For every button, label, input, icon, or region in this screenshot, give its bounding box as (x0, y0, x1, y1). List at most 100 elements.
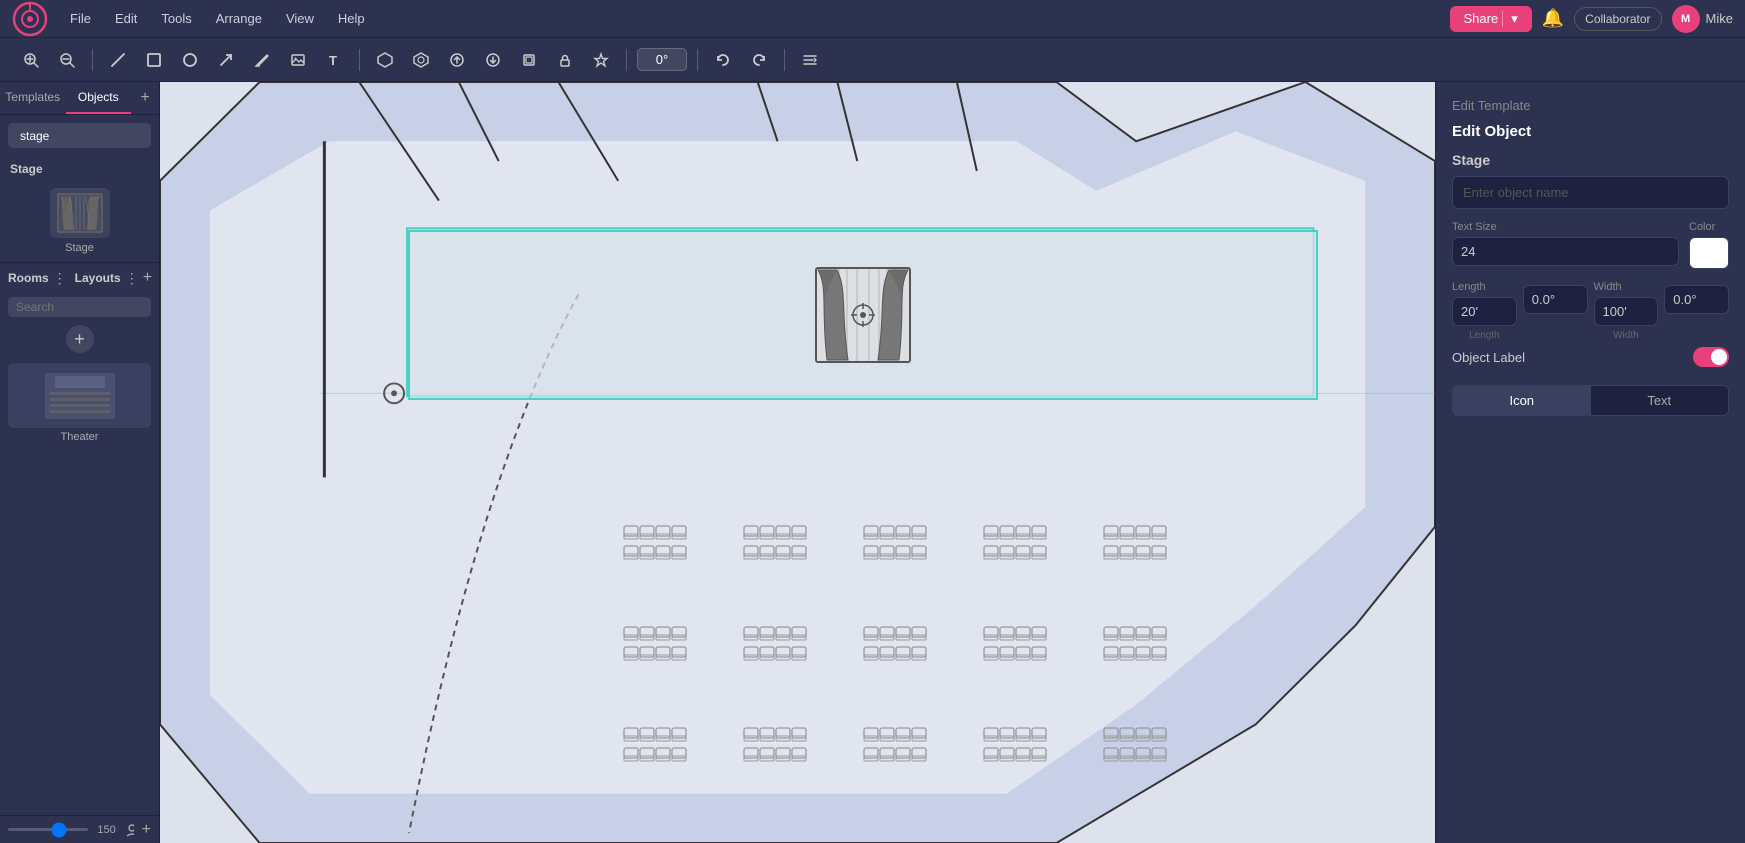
text-size-label: Text Size (1452, 221, 1679, 233)
stage-object-icon (50, 188, 110, 238)
stage-box[interactable] (408, 230, 1318, 400)
room-thumbnail[interactable]: Theater (8, 363, 151, 443)
layouts-options-button[interactable]: ⋮ (125, 270, 139, 287)
toggle-knob (1711, 349, 1727, 365)
user-info: M Mike (1672, 5, 1733, 33)
avatar: M (1672, 5, 1700, 33)
tab-templates[interactable]: Templates (0, 82, 66, 114)
frame-tool[interactable] (514, 45, 544, 75)
length-input[interactable]: 20' (1452, 297, 1517, 326)
menu-view[interactable]: View (276, 7, 324, 30)
seat-group-3-3 (860, 724, 930, 779)
pencil-tool[interactable] (247, 45, 277, 75)
seat-group-2-5 (1100, 623, 1170, 678)
tab-icon[interactable]: Icon (1453, 386, 1591, 415)
divider-5 (784, 49, 785, 71)
zoom-slider[interactable] (8, 828, 88, 831)
stage-section-label: Stage (0, 156, 159, 180)
canvas-area[interactable] (160, 82, 1435, 843)
circle-tool[interactable] (175, 45, 205, 75)
color-group: Color (1689, 221, 1729, 269)
lock-tool[interactable] (550, 45, 580, 75)
share-caret[interactable]: ▾ (1502, 11, 1518, 27)
tab-objects[interactable]: Objects (66, 82, 132, 114)
width2-input[interactable]: 0.0° (1664, 285, 1729, 314)
upload-tool-1[interactable] (442, 45, 472, 75)
seat-row-2 (620, 623, 1170, 678)
object-name-input[interactable] (1452, 176, 1729, 209)
seat-group-1-3 (860, 522, 930, 577)
svg-text:T: T (329, 53, 337, 68)
image-tool[interactable] (283, 45, 313, 75)
search-input[interactable] (20, 129, 175, 143)
layouts-add-button[interactable]: + (143, 269, 152, 287)
menu-file[interactable]: File (60, 7, 101, 30)
text-size-input[interactable]: 24 (1452, 237, 1679, 266)
zoom-out-button[interactable] (52, 45, 82, 75)
zoom-in-button[interactable] (16, 45, 46, 75)
seat-group-1-5 (1100, 522, 1170, 577)
icon-text-tabs: Icon Text (1452, 385, 1729, 416)
tab-add-button[interactable]: + (131, 82, 159, 114)
menu-edit[interactable]: Edit (105, 7, 147, 30)
length-group: Length 20' (1452, 281, 1517, 326)
seat-group-3-5 (1100, 724, 1170, 779)
seat-group-2-1 (620, 623, 690, 678)
width-label: Width (1594, 281, 1659, 293)
right-panel: Edit Template Edit Object Stage Text Siz… (1435, 82, 1745, 843)
angle-input[interactable]: 0° (637, 48, 687, 71)
seat-group-2-4 (980, 623, 1050, 678)
tab-text[interactable]: Text (1591, 386, 1729, 415)
menu-tools[interactable]: Tools (151, 7, 201, 30)
seat-group-1-1 (620, 522, 690, 577)
width-input[interactable]: 100' (1594, 297, 1659, 326)
align-button[interactable] (795, 45, 825, 75)
seat-group-3-4 (980, 724, 1050, 779)
menu-arrange[interactable]: Arrange (206, 7, 272, 30)
bottom-bar: 150 + (0, 815, 159, 843)
room-thumb-name: Theater (8, 431, 151, 443)
collaborator-button[interactable]: Collaborator (1574, 7, 1661, 31)
left-panel: Templates Objects + ✕ Stage (0, 82, 160, 843)
seating-area (620, 522, 1170, 779)
x-group: 0.0° (1523, 281, 1588, 326)
notification-bell[interactable]: 🔔 (1542, 8, 1564, 29)
undo-button[interactable] (708, 45, 738, 75)
shape-tool-2[interactable] (406, 45, 436, 75)
divider-2 (359, 49, 360, 71)
line-tool[interactable] (103, 45, 133, 75)
zoom-value: 150 (96, 824, 117, 836)
share-button[interactable]: Share ▾ (1450, 6, 1532, 32)
star-tool[interactable] (586, 45, 616, 75)
upload-tool-2[interactable] (478, 45, 508, 75)
main-layout: Templates Objects + ✕ Stage (0, 82, 1745, 843)
user-icon[interactable] (125, 823, 133, 837)
app-logo (12, 1, 48, 37)
menu-help[interactable]: Help (328, 7, 375, 30)
text-tool[interactable]: T (319, 45, 349, 75)
divider-4 (697, 49, 698, 71)
seat-group-2-2 (740, 623, 810, 678)
subsection-label: Stage (1452, 152, 1729, 168)
divider-1 (92, 49, 93, 71)
seat-group-1-4 (980, 522, 1050, 577)
seat-row-3 (620, 724, 1170, 779)
color-swatch[interactable] (1689, 237, 1729, 269)
arrow-tool[interactable] (211, 45, 241, 75)
seat-group-3-2 (740, 724, 810, 779)
stage-object-label: Stage (65, 242, 94, 254)
rooms-search-input[interactable] (16, 300, 171, 314)
add-room-button[interactable]: + (66, 325, 94, 353)
x-input[interactable]: 0.0° (1523, 285, 1588, 314)
stage-object-item[interactable]: Stage (0, 180, 159, 262)
rooms-options-button[interactable]: ⋮ (53, 270, 67, 287)
add-user-button[interactable]: + (142, 821, 151, 839)
rooms-header: Rooms ⋮ Layouts ⋮ + (0, 262, 159, 293)
user-name: Mike (1706, 11, 1733, 26)
rect-tool[interactable] (139, 45, 169, 75)
width-group: Width 100' (1594, 281, 1659, 326)
object-label-toggle[interactable] (1693, 347, 1729, 367)
redo-button[interactable] (744, 45, 774, 75)
shape-tool-1[interactable] (370, 45, 400, 75)
seat-group-1-2 (740, 522, 810, 577)
